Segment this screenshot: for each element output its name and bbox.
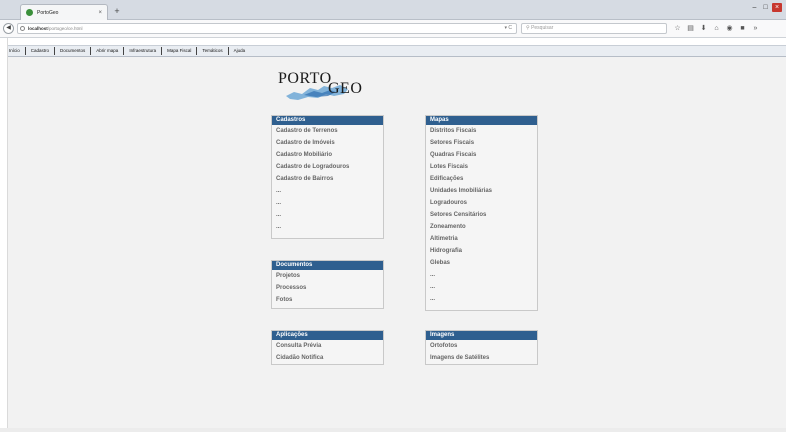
panel-header: Imagens: [426, 331, 537, 340]
maximize-button[interactable]: □: [761, 4, 770, 11]
minimize-button[interactable]: ‒: [750, 4, 759, 11]
tab-close-icon[interactable]: ×: [98, 10, 102, 16]
list-item[interactable]: Fotos: [272, 294, 383, 306]
portogeo-logo: PORTO GEO: [276, 68, 366, 102]
list-item[interactable]: Ortofotos: [426, 340, 537, 352]
panel-header: Mapas: [426, 116, 537, 125]
list-item[interactable]: Consulta Prévia: [272, 340, 383, 352]
menu-item-mapa-fiscal[interactable]: Mapa Fiscal: [161, 47, 196, 55]
list-item[interactable]: ...: [426, 281, 537, 293]
url-host: localhost: [28, 26, 48, 31]
panel-documentos: Documentos Projetos Processos Fotos: [271, 260, 384, 309]
panel-header: Cadastros: [272, 116, 383, 125]
list-item[interactable]: Altimetria: [426, 233, 537, 245]
window-controls: ‒ □ ×: [750, 3, 782, 12]
favicon-icon: [26, 9, 33, 16]
list-item[interactable]: Cadastro de Logradouros: [272, 161, 383, 173]
list-item[interactable]: ...: [272, 185, 383, 197]
browser-nav-bar: ◀ localhost/portogeo/ce.html ▾ C ⚲ Pesqu…: [0, 20, 786, 38]
new-tab-button[interactable]: +: [111, 5, 123, 17]
status-bar: [0, 428, 786, 432]
home-icon[interactable]: ⌂: [713, 24, 720, 33]
list-item[interactable]: Distritos Fiscais: [426, 125, 537, 137]
pocket-icon[interactable]: ◉: [726, 24, 733, 33]
list-item[interactable]: Setores Censitários: [426, 209, 537, 221]
menu-item-infraestrutura[interactable]: Infraestrutura: [123, 47, 161, 55]
list-item[interactable]: Imagens de Satélites: [426, 352, 537, 364]
menu-item-tematicos[interactable]: Temáticos: [196, 47, 227, 55]
url-bar[interactable]: localhost/portogeo/ce.html ▾ C: [17, 23, 517, 34]
list-item[interactable]: Cadastro de Bairros: [272, 173, 383, 185]
list-item[interactable]: Unidades Imobiliárias: [426, 185, 537, 197]
list-item[interactable]: Cadastro Mobiliário: [272, 149, 383, 161]
back-button[interactable]: ◀: [3, 23, 14, 34]
panel-header: Documentos: [272, 261, 383, 270]
left-margin: [0, 38, 8, 432]
list-item[interactable]: Projetos: [272, 270, 383, 282]
list-item[interactable]: Zoneamento: [426, 221, 537, 233]
main-content: [8, 57, 786, 432]
logo-word-porto: PORTO: [278, 70, 332, 87]
browser-tab-bar: PortoGeo × + ‒ □ ×: [0, 0, 786, 20]
menu-item-documentos[interactable]: Documentos: [54, 47, 90, 55]
browser-tab[interactable]: PortoGeo ×: [20, 4, 108, 20]
panel-aplicacoes: Aplicações Consulta Prévia Cidadão Notif…: [271, 330, 384, 365]
screenshot-icon[interactable]: ■: [739, 24, 746, 33]
list-item[interactable]: Logradouros: [426, 197, 537, 209]
panel-header: Aplicações: [272, 331, 383, 340]
list-item[interactable]: Setores Fiscais: [426, 137, 537, 149]
list-item[interactable]: Lotes Fiscais: [426, 161, 537, 173]
url-path: /portogeo/ce.html: [47, 26, 83, 31]
list-item[interactable]: Processos: [272, 282, 383, 294]
list-item[interactable]: ...: [272, 221, 383, 233]
list-item[interactable]: Edificações: [426, 173, 537, 185]
list-item[interactable]: ...: [426, 293, 537, 305]
more-icon[interactable]: »: [752, 24, 759, 33]
toolbar-icons: ☆ ▤ ⬇ ⌂ ◉ ■ »: [674, 24, 759, 33]
app-menu-bar: Início Cadastro Documentos Abrir mapa In…: [0, 45, 786, 57]
panel-cadastros: Cadastros Cadastro de Terrenos Cadastro …: [271, 115, 384, 239]
menu-item-cadastro[interactable]: Cadastro: [24, 47, 54, 55]
reload-icon[interactable]: ▾ C: [504, 24, 512, 33]
list-item[interactable]: Glebas: [426, 257, 537, 269]
library-icon[interactable]: ▤: [687, 24, 694, 33]
panel-imagens: Imagens Ortofotos Imagens de Satélites: [425, 330, 538, 365]
list-item[interactable]: Quadras Fiscais: [426, 149, 537, 161]
panel-mapas: Mapas Distritos Fiscais Setores Fiscais …: [425, 115, 538, 311]
list-item[interactable]: Cidadão Notifica: [272, 352, 383, 364]
list-item[interactable]: Cadastro de Terrenos: [272, 125, 383, 137]
star-icon[interactable]: ☆: [674, 24, 681, 33]
list-item[interactable]: ...: [426, 269, 537, 281]
list-item[interactable]: ...: [272, 197, 383, 209]
list-item[interactable]: Hidrografia: [426, 245, 537, 257]
search-input[interactable]: ⚲ Pesquisar: [521, 23, 667, 34]
menu-item-abrir-mapa[interactable]: Abrir mapa: [90, 47, 123, 55]
list-item[interactable]: Cadastro de Imóveis: [272, 137, 383, 149]
tab-title: PortoGeo: [37, 9, 59, 16]
download-icon[interactable]: ⬇: [700, 24, 707, 33]
search-placeholder: Pesquisar: [531, 25, 554, 31]
list-item[interactable]: ...: [272, 209, 383, 221]
logo-word-geo: GEO: [328, 80, 363, 97]
menu-item-ajuda[interactable]: Ajuda: [227, 47, 251, 55]
close-window-button[interactable]: ×: [772, 3, 782, 12]
site-info-icon[interactable]: [20, 26, 25, 31]
